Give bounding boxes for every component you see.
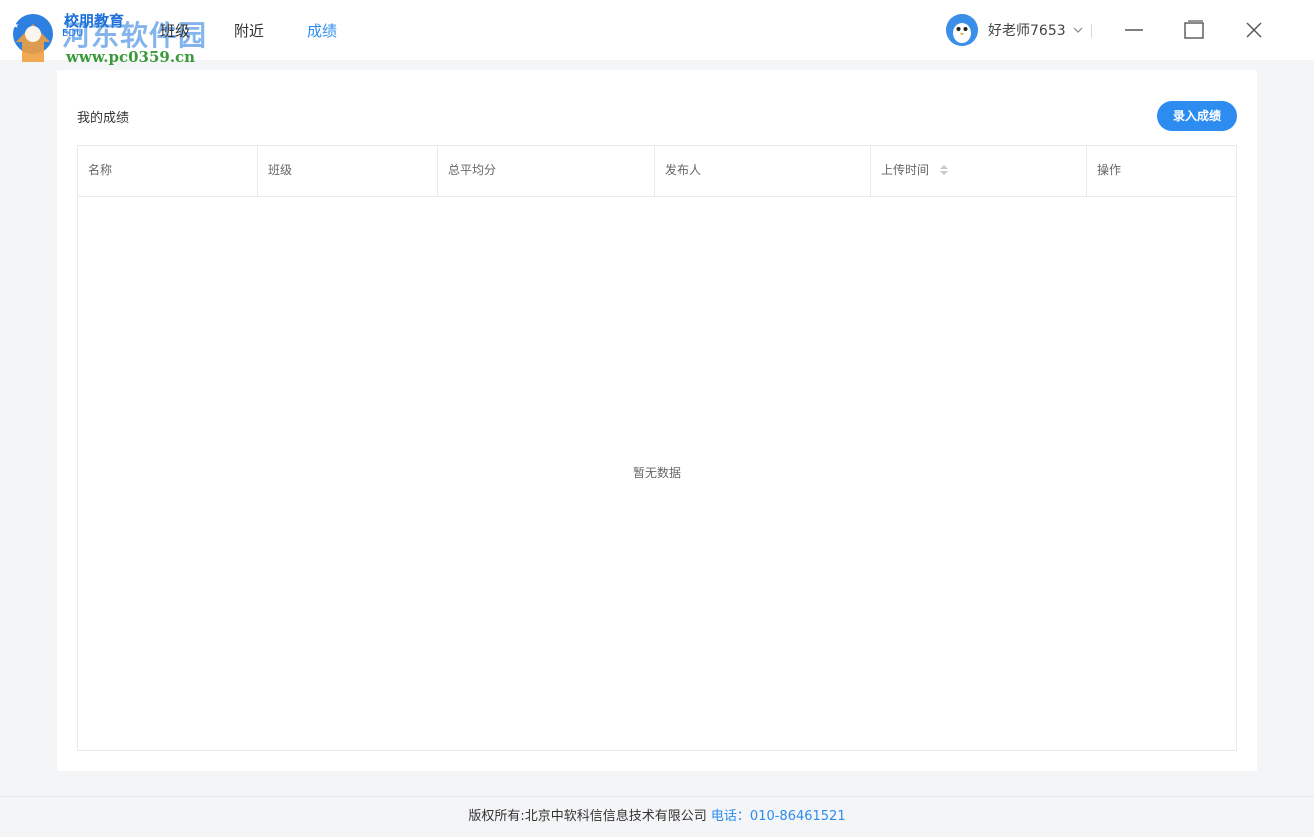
user-menu[interactable]: 好老师7653 bbox=[946, 14, 1084, 46]
column-label: 名称 bbox=[88, 163, 113, 177]
column-header-upload-time[interactable]: 上传时间 bbox=[871, 146, 1087, 196]
sort-icon[interactable] bbox=[939, 163, 949, 177]
scores-table: 名称 班级 总平均分 发布人 上传时间 操作 暂无数据 bbox=[77, 145, 1237, 751]
logo-icon: ★ bbox=[12, 14, 53, 62]
footer: 版权所有:北京中软科信信息技术有限公司 电话：010-86461521 bbox=[0, 796, 1314, 836]
column-label: 发布人 bbox=[665, 163, 702, 177]
phone-text: 电话：010-86461521 bbox=[710, 809, 846, 824]
penguin-avatar-icon bbox=[946, 14, 978, 46]
column-label: 总平均分 bbox=[448, 163, 497, 177]
nav-item-scores[interactable]: 成绩 bbox=[307, 20, 337, 41]
column-header-actions: 操作 bbox=[1087, 146, 1236, 196]
add-scores-button[interactable]: 录入成绩 bbox=[1157, 101, 1237, 131]
column-label: 操作 bbox=[1097, 163, 1122, 177]
empty-state-text: 暂无数据 bbox=[632, 466, 681, 480]
page-title: 我的成绩 bbox=[77, 111, 130, 126]
column-header-publisher: 发布人 bbox=[655, 146, 871, 196]
nav-item-class[interactable]: 班级 bbox=[160, 20, 190, 41]
copyright-text: 版权所有:北京中软科信信息技术有限公司 bbox=[468, 809, 707, 824]
column-header-name: 名称 bbox=[78, 146, 258, 196]
user-name: 好老师7653 bbox=[988, 23, 1066, 39]
column-label: 班级 bbox=[268, 163, 293, 177]
minimize-icon[interactable] bbox=[1122, 18, 1146, 42]
svg-text:★: ★ bbox=[12, 21, 19, 30]
watermark-url: www.pc0359.cn bbox=[66, 48, 196, 66]
close-icon[interactable] bbox=[1242, 18, 1266, 42]
top-bar: ★ 校朋教育 EDU 河东软件园 www.pc0359.cn 班级 附近 成绩 … bbox=[0, 0, 1314, 66]
column-label: 上传时间 bbox=[881, 163, 930, 177]
nav-item-nearby[interactable]: 附近 bbox=[234, 20, 264, 41]
maximize-icon[interactable] bbox=[1182, 18, 1206, 42]
divider bbox=[1091, 24, 1092, 38]
column-header-average: 总平均分 bbox=[438, 146, 655, 196]
table-header: 名称 班级 总平均分 发布人 上传时间 操作 bbox=[78, 146, 1236, 197]
chevron-down-icon[interactable] bbox=[1072, 24, 1084, 36]
scores-panel: 我的成绩 录入成绩 名称 班级 总平均分 发布人 上传时间 操作 暂无数据 bbox=[57, 70, 1257, 771]
column-header-class: 班级 bbox=[258, 146, 438, 196]
